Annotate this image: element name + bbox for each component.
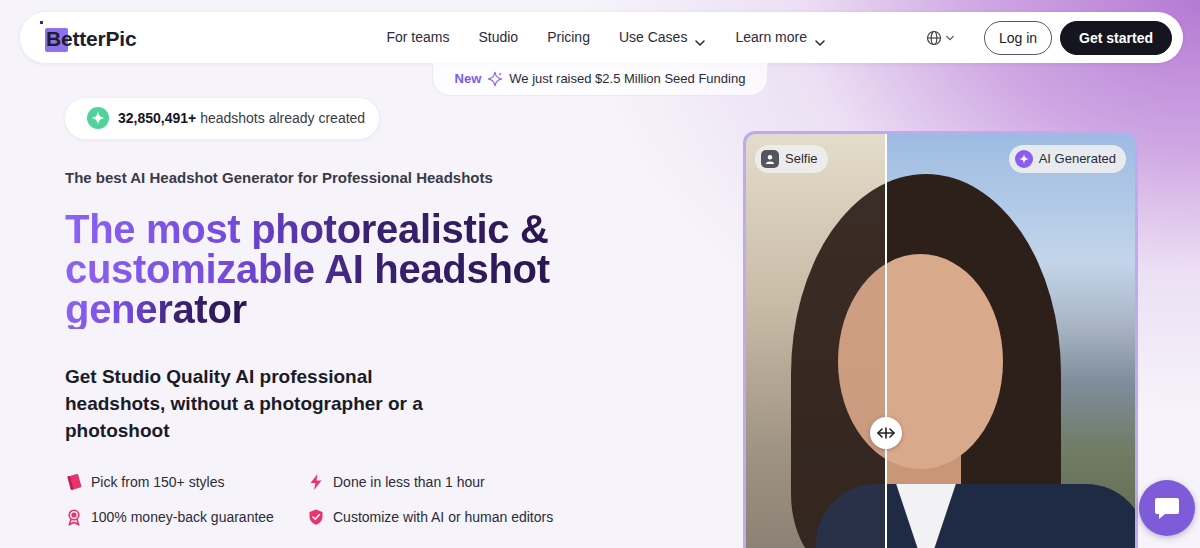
ai-label-text: AI Generated [1039,149,1116,169]
nav-link[interactable]: Pricing [547,27,590,48]
slider-divider[interactable] [885,134,887,548]
feature-item: 100% money-back guarantee [65,507,307,528]
ai-label: AI Generated [1009,145,1126,173]
headline-line: generator [65,289,247,329]
chat-bubble-icon [1153,495,1181,521]
comparison-slider[interactable]: Selfie AI Generated [743,131,1138,548]
logo-dot-icon [40,21,43,24]
stats-text: 32,850,491+ headshots already created [118,108,365,129]
book-icon [65,473,83,491]
announcement-banner[interactable]: New We just raised $2.5 Million Seed Fund… [432,63,769,96]
hero-text: 32,850,491+ headshots already created The… [0,96,743,548]
navbar: BetterPic For teams Studio Pricing Use Cases… [20,12,1183,63]
chat-button[interactable] [1139,480,1195,536]
nav-link-label: Studio [478,27,518,48]
nav-link[interactable]: Use Cases [619,27,706,48]
nav-actions: Log inGet started [926,21,1172,55]
selfie-label-text: Selfie [785,149,818,169]
feature-label: Customize with AI or human editors [333,507,553,528]
selfie-label: Selfie [755,145,828,173]
nav-link[interactable]: Learn more [735,27,826,48]
drag-arrows-icon [876,427,896,439]
award-icon [65,508,83,526]
stats-label: headshots already created [200,110,365,126]
sparkle-icon [87,107,109,129]
selfie-photo [746,134,886,548]
sparkle-icon [487,71,503,87]
chevron-down-icon [694,32,706,44]
login-button[interactable]: Log in [984,21,1052,55]
feature-label: 100% money-back guarantee [91,507,274,528]
headline-line: The most photorealistic & [65,209,549,249]
feature-item: Done in less than 1 hour [307,472,587,493]
new-badge: New [455,69,482,89]
nav-links: For teams Studio Pricing Use Cases Learn mor… [386,27,826,48]
feature-label: Done in less than 1 hour [333,472,485,493]
feature-item: Customize with AI or human editors [307,507,587,528]
nav-link[interactable]: Studio [478,27,518,48]
logo[interactable]: BetterPic [40,21,136,55]
nav-link-label: Pricing [547,27,590,48]
headline-line: customizable AI headshot [65,249,550,289]
stats-count: 32,850,491+ [118,110,196,126]
feature-list: Pick from 150+ styles Done in less than 1… [65,472,743,528]
chevron-down-icon [814,32,826,44]
selfie-icon [761,150,779,168]
stats-pill: 32,850,491+ headshots already created [65,98,379,139]
get-started-button[interactable]: Get started [1060,21,1172,55]
chevron-down-icon [945,33,955,43]
announcement-text: We just raised $2.5 Million Seed Funding [509,69,745,89]
language-selector[interactable] [926,30,966,46]
shield-icon [307,508,325,526]
globe-icon [926,30,942,46]
hair-shape [791,174,886,548]
headline: The most photorealistic &customizable AI… [65,209,743,329]
nav-link[interactable]: For teams [386,27,449,48]
subheadline: Get Studio Quality AI professional heads… [65,363,465,444]
sparkle-icon [1015,150,1033,168]
lightning-icon [307,473,325,491]
person-figure [746,134,886,548]
tagline: The best AI Headshot Generator for Profe… [65,169,743,187]
feature-label: Pick from 150+ styles [91,472,224,493]
hero-image: Selfie AI Generated [743,131,1138,548]
hero: 32,850,491+ headshots already created The… [0,96,1200,548]
shirt-shape [896,484,956,548]
slider-handle[interactable] [870,417,902,449]
feature-item: Pick from 150+ styles [65,472,307,493]
nav-link-label: For teams [386,27,449,48]
logo-text: BetterPic [46,23,136,55]
blazer-shape [816,484,886,548]
nav-link-label: Use Cases [619,27,687,48]
nav-link-label: Learn more [735,27,807,48]
